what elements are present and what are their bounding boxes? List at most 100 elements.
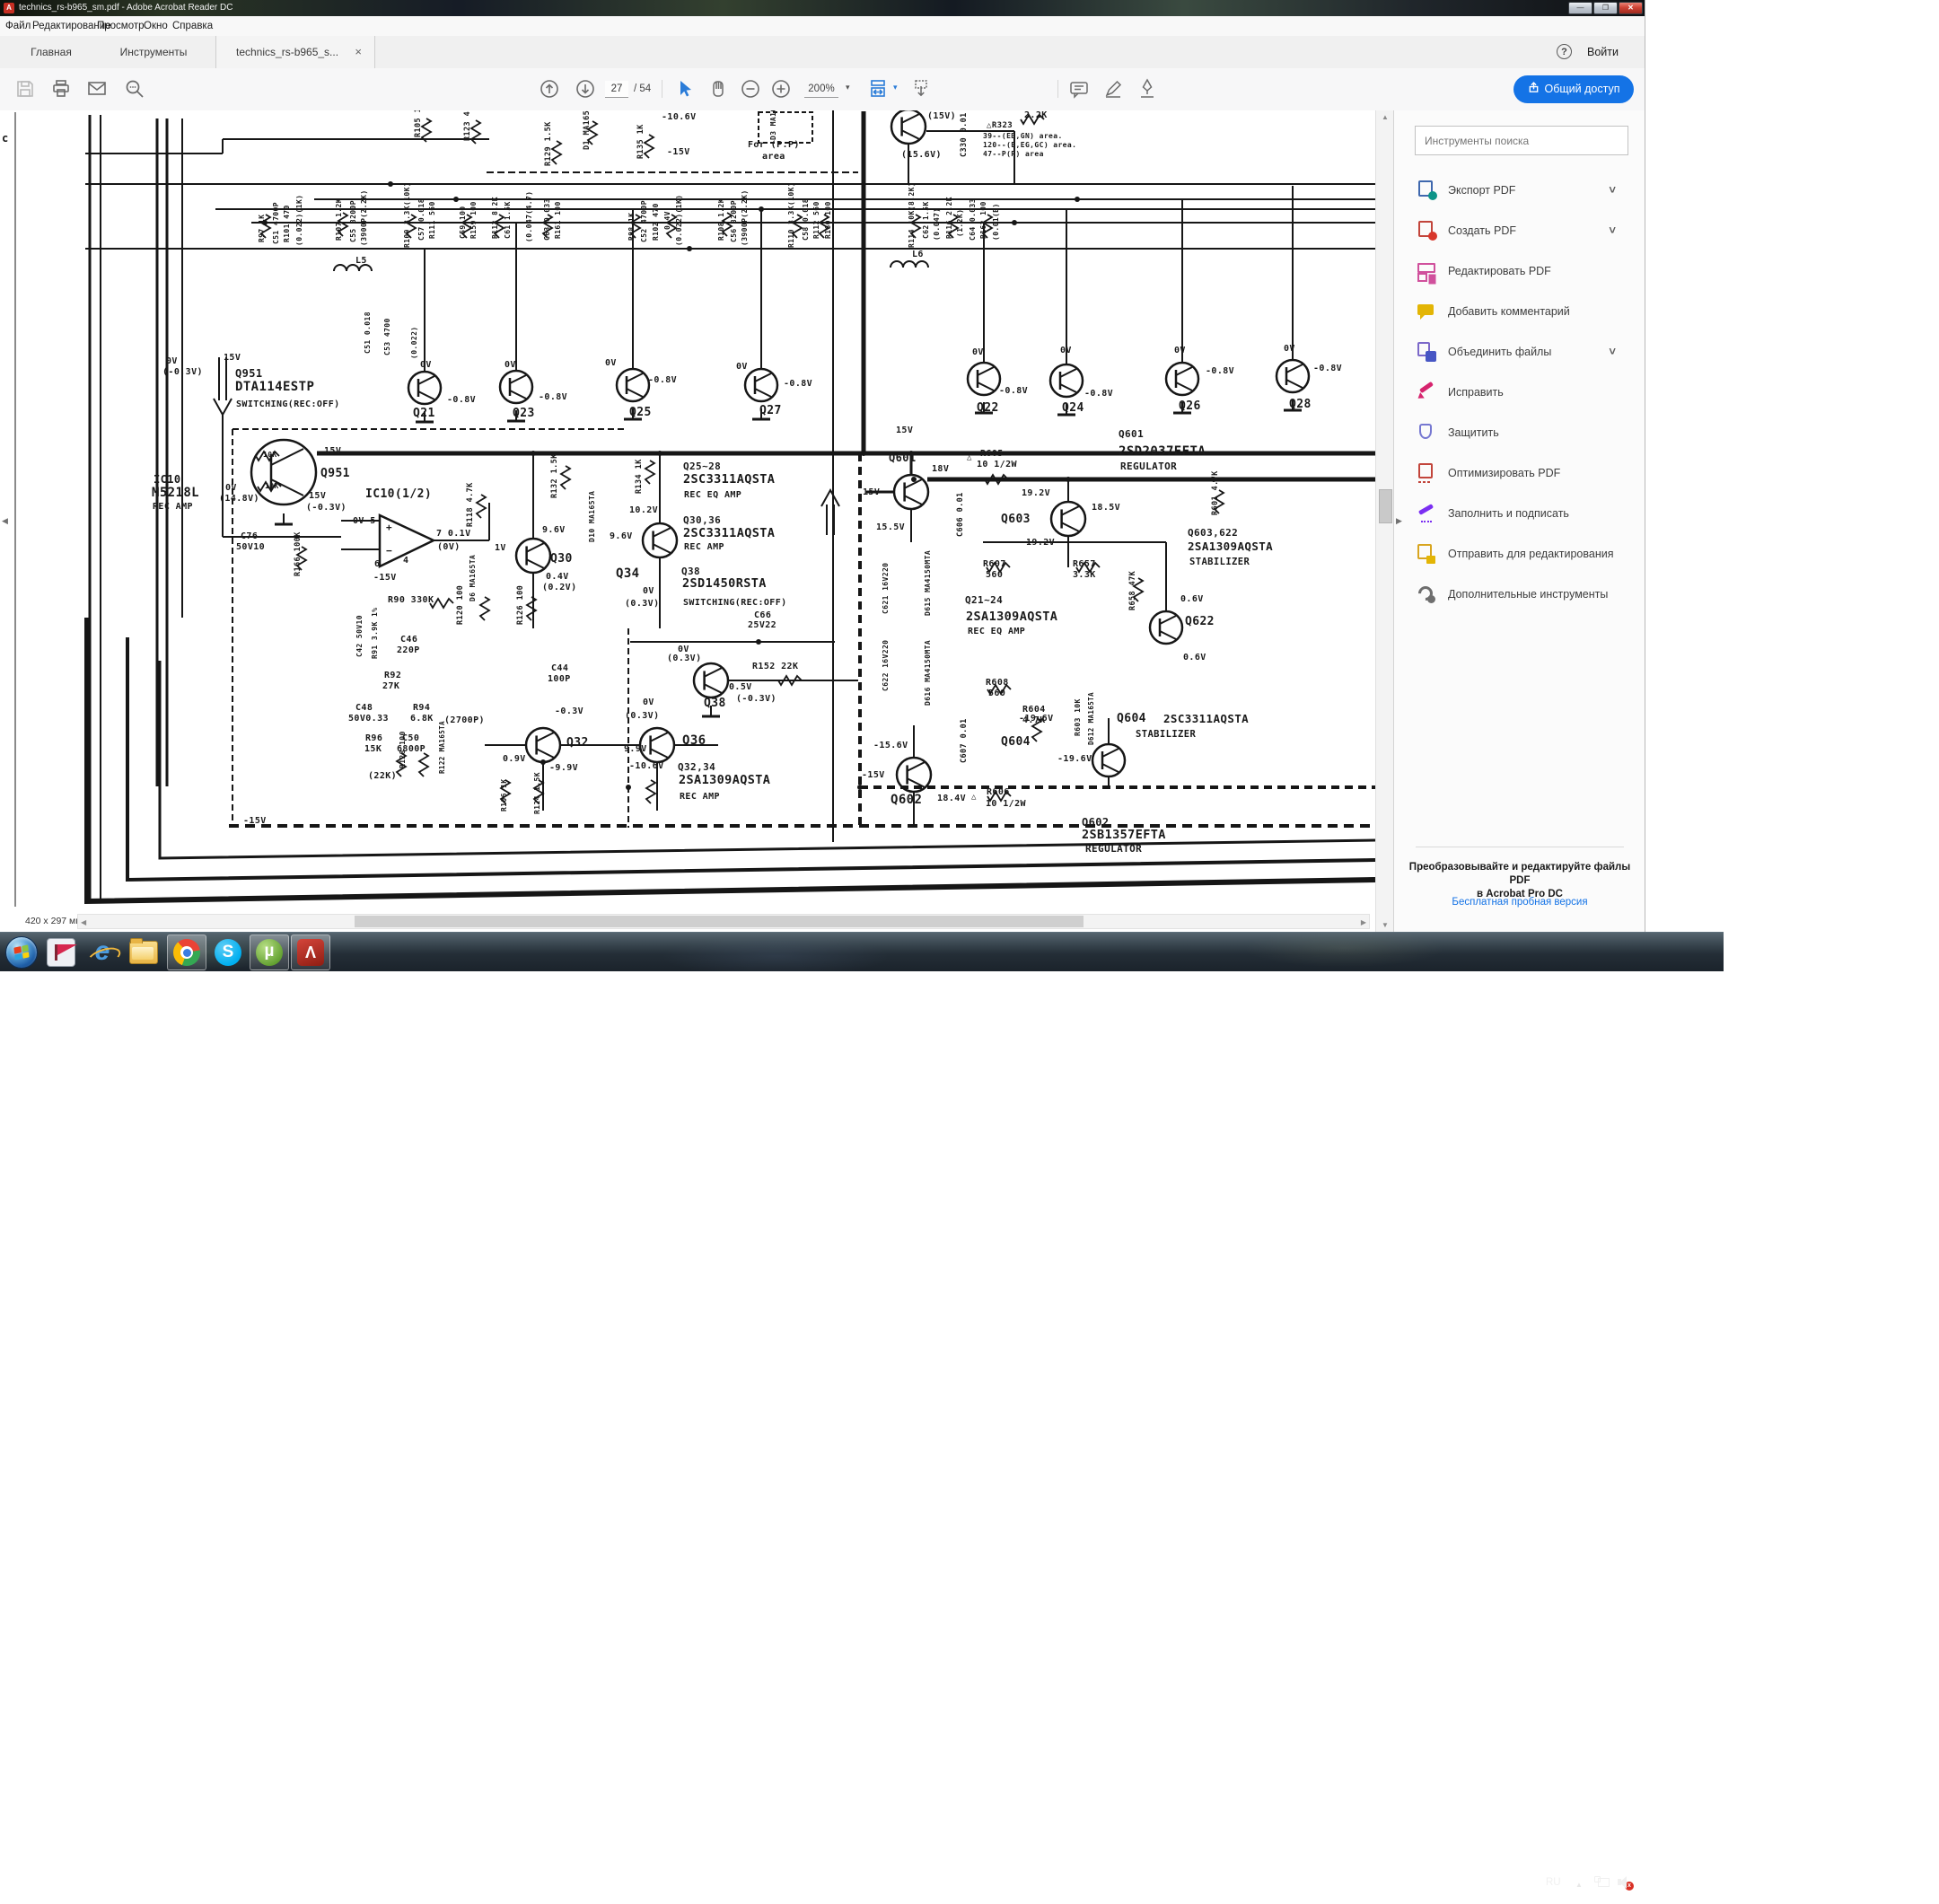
pdf-page-view[interactable]: cR105 1KR123 4.7KR129 1.5KD1 MA165R135 1… xyxy=(0,110,1375,932)
zoom-out-icon[interactable] xyxy=(740,78,761,100)
collapse-right-panel-icon[interactable]: ▶ xyxy=(1396,516,1402,526)
select-tool-icon[interactable] xyxy=(673,78,695,100)
schematic-label: M5218L xyxy=(152,487,199,499)
chevron-down-icon[interactable]: ▾ xyxy=(846,83,850,92)
taskbar-item-explorer[interactable] xyxy=(124,934,163,970)
panel-item-create-pdf[interactable]: Создать PDF ˅ xyxy=(1394,210,1645,250)
menu-item-4[interactable]: Справка xyxy=(172,16,213,36)
panel-item-fix[interactable]: Исправить xyxy=(1394,372,1645,412)
sign-in-button[interactable]: Войти xyxy=(1587,36,1619,68)
fit-width-icon[interactable] xyxy=(869,78,891,100)
scroll-left-icon[interactable]: ◀ xyxy=(81,918,86,926)
share-button[interactable]: Общий доступ xyxy=(1513,75,1634,103)
menu-item-0[interactable]: Файл xyxy=(5,16,31,36)
previous-page-icon[interactable] xyxy=(539,78,560,100)
panel-item-send[interactable]: Отправить для редактирования xyxy=(1394,533,1645,574)
schematic-label: 7 0.1V xyxy=(436,530,471,539)
hand-tool-icon[interactable] xyxy=(707,78,729,100)
panel-item-optimize[interactable]: Оптимизировать PDF xyxy=(1394,452,1645,493)
panel-item-more-tools[interactable]: Дополнительные инструменты xyxy=(1394,574,1645,614)
schematic-label: C621 16V220 xyxy=(882,563,890,614)
next-page-icon[interactable] xyxy=(575,78,596,100)
chevron-down-icon[interactable]: ▾ xyxy=(893,83,898,92)
panel-item-edit-pdf[interactable]: Редактировать PDF xyxy=(1394,250,1645,291)
tab-document[interactable]: technics_rs-b965_s... × xyxy=(215,36,375,68)
taskbar-item-fdm[interactable] xyxy=(41,934,81,970)
vertical-scrollbar[interactable]: ▲ ▼ xyxy=(1375,110,1394,932)
panel-item-fill-sign[interactable]: Заполнить и подписать xyxy=(1394,493,1645,533)
tab-tools[interactable]: Инструменты xyxy=(95,36,212,68)
tray-expand-icon[interactable]: ▲ xyxy=(1575,1881,1583,1889)
start-button[interactable] xyxy=(2,934,41,970)
schematic-label: (0.3V) xyxy=(667,654,702,663)
chevron-down-icon[interactable]: ˅ xyxy=(1609,224,1616,237)
schematic-label: Q25 xyxy=(629,407,652,418)
help-icon[interactable]: ? xyxy=(1557,44,1572,59)
page-total-label: / 54 xyxy=(634,81,651,97)
sign-pen-icon[interactable] xyxy=(1136,78,1158,100)
comment-icon[interactable] xyxy=(1068,78,1090,100)
show-desktop-button[interactable] xyxy=(1711,1865,1724,1904)
free-trial-link[interactable]: Бесплатная пробная версия xyxy=(1403,897,1636,908)
print-icon[interactable] xyxy=(50,78,72,100)
close-button[interactable]: ✕ xyxy=(1619,2,1643,14)
schematic-label: REC AMP xyxy=(153,503,193,512)
schematic-label: -0.8V xyxy=(1084,390,1113,399)
schematic-label: C57 0.018 xyxy=(418,198,426,241)
panel-item-protect[interactable]: Защитить xyxy=(1394,412,1645,452)
highlight-pen-icon[interactable] xyxy=(1102,78,1124,100)
email-icon[interactable] xyxy=(86,78,108,100)
page-number-input[interactable]: 27 xyxy=(605,81,628,98)
schematic-label: 0.4V xyxy=(546,573,569,582)
taskbar-item-skype[interactable]: S xyxy=(208,934,248,970)
volume-muted-icon[interactable]: x xyxy=(1618,1876,1634,1889)
menu-item-3[interactable]: Окно xyxy=(144,16,168,36)
network-icon[interactable] xyxy=(1594,1876,1610,1889)
horizontal-scroll-thumb[interactable] xyxy=(355,916,1084,927)
taskbar-item-ie[interactable]: e xyxy=(83,934,122,970)
taskbar-item-acrobat[interactable]: Λ xyxy=(291,934,330,970)
close-tab-icon[interactable]: × xyxy=(355,36,362,68)
collapse-left-panel-icon[interactable]: ◀ xyxy=(2,516,8,526)
schematic-label: C58 0.018 xyxy=(803,198,810,241)
vertical-scroll-thumb[interactable] xyxy=(1379,489,1392,523)
schematic-label: R101 470 xyxy=(284,205,291,242)
taskbar-item-utorrent[interactable]: µ xyxy=(250,934,289,970)
schematic-label: Q21 xyxy=(413,408,435,419)
schematic-label: C64 0.033 xyxy=(970,198,977,241)
schematic-label: 10K xyxy=(263,452,277,459)
tools-search-input[interactable] xyxy=(1415,126,1628,155)
taskbar-item-chrome[interactable] xyxy=(167,934,206,970)
zoom-in-icon[interactable] xyxy=(770,78,792,100)
panel-item-label: Создать PDF xyxy=(1448,224,1516,237)
schematic-label: area xyxy=(762,153,785,162)
language-indicator[interactable]: RU xyxy=(1546,1877,1561,1888)
schematic-label: Q25~28 xyxy=(683,461,721,471)
chevron-down-icon[interactable]: ˅ xyxy=(1609,345,1616,358)
chevron-down-icon[interactable]: ˅ xyxy=(1609,183,1616,197)
schematic-label: 0V xyxy=(643,698,654,707)
panel-item-comment[interactable]: Добавить комментарий xyxy=(1394,291,1645,331)
scroll-down-icon[interactable]: ▼ xyxy=(1382,921,1389,929)
maximize-button[interactable]: ❐ xyxy=(1593,2,1618,14)
minimize-button[interactable]: — xyxy=(1568,2,1592,14)
panel-item-export-pdf[interactable]: Экспорт PDF˅ xyxy=(1394,170,1645,210)
schematic-label: R161 100 xyxy=(555,201,562,239)
zoom-level-select[interactable]: 200% xyxy=(804,81,838,98)
schematic-label: Q27 xyxy=(759,405,782,417)
save-icon[interactable] xyxy=(14,78,36,100)
scroll-up-icon[interactable]: ▲ xyxy=(1382,113,1389,121)
schematic-label: 47--P(P) area xyxy=(983,151,1044,158)
find-icon[interactable] xyxy=(124,78,145,100)
tab-home[interactable]: Главная xyxy=(13,36,90,68)
panel-item-combine[interactable]: Объединить файлы˅ xyxy=(1394,331,1645,372)
horizontal-scrollbar[interactable]: ◀ ▶ xyxy=(77,914,1370,929)
menu-item-2[interactable]: Просмотр xyxy=(97,16,145,36)
clock[interactable]: 6:10 14.08.2019 xyxy=(1641,1869,1704,1896)
schematic-label: D615 MA4150MTA xyxy=(925,550,932,616)
page-scrolling-icon[interactable] xyxy=(910,78,932,100)
scroll-right-icon[interactable]: ▶ xyxy=(1361,918,1366,926)
schematic-label: 9.9V xyxy=(624,745,647,754)
schematic-label: R97 1K xyxy=(259,215,266,242)
schematic-label: 0V xyxy=(643,587,654,596)
